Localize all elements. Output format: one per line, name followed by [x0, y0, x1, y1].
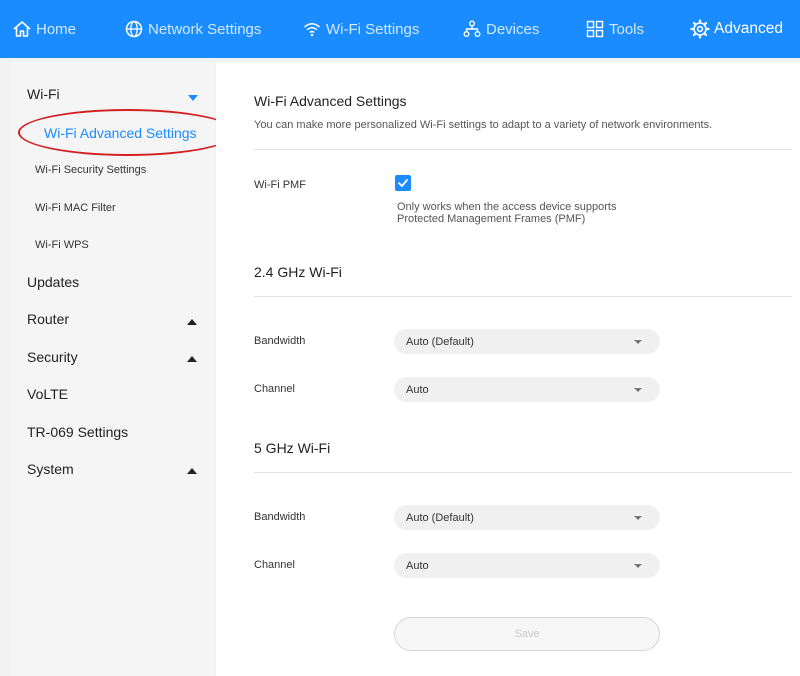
sidebar-group-wifi-label: Wi-Fi: [27, 86, 60, 102]
chevron-up-icon[interactable]: [187, 468, 197, 474]
page-description: You can make more personalized Wi-Fi set…: [254, 119, 713, 131]
channel-label-2-4ghz: Channel: [254, 383, 295, 395]
nav-home-label: Home: [36, 20, 77, 38]
channel-label-5ghz: Channel: [254, 559, 295, 571]
chevron-down-icon[interactable]: [188, 95, 198, 101]
pmf-checkbox[interactable]: [395, 175, 411, 191]
nav-tools[interactable]: Tools: [585, 0, 644, 58]
bandwidth-label-2-4ghz: Bandwidth: [254, 335, 306, 347]
home-icon: [13, 21, 31, 37]
sidebar-group-tr069-settings[interactable]: TR-069 Settings: [27, 424, 128, 440]
bandwidth-select-2-4ghz[interactable]: Auto (Default): [394, 329, 660, 354]
sidebar-group-system[interactable]: System: [27, 461, 74, 477]
chevron-up-icon[interactable]: [187, 356, 197, 362]
chevron-down-icon: [634, 388, 642, 392]
nav-advanced[interactable]: Advanced: [690, 0, 783, 58]
chevron-up-icon[interactable]: [187, 319, 197, 325]
wifi-icon: [304, 23, 320, 37]
sidebar-item-wifi-advanced-settings[interactable]: Wi-Fi Advanced Settings: [44, 125, 197, 141]
globe-icon: [125, 20, 143, 38]
pmf-hint-line1: Only works when the access device suppor…: [397, 201, 617, 213]
nav-wifi-settings[interactable]: Wi-Fi Settings: [302, 0, 419, 58]
bandwidth-label-5ghz: Bandwidth: [254, 511, 306, 523]
sidebar-group-wifi[interactable]: Wi-Fi: [27, 86, 60, 102]
sidebar-item-wifi-mac-filter[interactable]: Wi-Fi MAC Filter: [35, 202, 116, 214]
bandwidth-value-5ghz: Auto (Default): [406, 511, 474, 524]
check-icon: [398, 179, 408, 187]
section-title-2-4ghz: 2.4 GHz Wi-Fi: [254, 264, 342, 280]
sidebar-group-updates[interactable]: Updates: [27, 274, 79, 290]
divider: [254, 296, 792, 297]
nav-home[interactable]: Home: [12, 0, 76, 58]
pmf-hint-line2: Protected Management Frames (PMF): [397, 213, 586, 225]
devices-icon: [463, 20, 481, 37]
pmf-label: Wi-Fi PMF: [254, 179, 306, 191]
bandwidth-select-5ghz[interactable]: Auto (Default): [394, 505, 660, 530]
channel-value-2-4ghz: Auto: [406, 383, 429, 396]
sidebar-group-volte[interactable]: VoLTE: [27, 386, 68, 402]
gear-icon: [690, 19, 710, 39]
chevron-down-icon: [634, 340, 642, 344]
nav-devices[interactable]: Devices: [462, 0, 539, 58]
sidebar: Wi-Fi Wi-Fi Advanced Settings Wi-Fi Secu…: [11, 62, 214, 676]
sidebar-item-wifi-security-settings[interactable]: Wi-Fi Security Settings: [35, 164, 146, 176]
save-button[interactable]: Save: [394, 617, 660, 651]
channel-select-2-4ghz[interactable]: Auto: [394, 377, 660, 402]
page-title: Wi-Fi Advanced Settings: [254, 93, 407, 109]
sidebar-item-wifi-wps[interactable]: Wi-Fi WPS: [35, 239, 89, 251]
divider: [254, 472, 792, 473]
nav-tools-label: Tools: [609, 20, 645, 38]
chevron-down-icon: [634, 564, 642, 568]
sidebar-group-router[interactable]: Router: [27, 311, 69, 327]
sidebar-group-security[interactable]: Security: [27, 349, 78, 365]
bandwidth-value-2-4ghz: Auto (Default): [406, 335, 474, 348]
divider: [254, 149, 792, 150]
top-nav: Home Network Settings Wi-Fi Settings Dev…: [0, 0, 800, 58]
chevron-down-icon: [634, 516, 642, 520]
channel-select-5ghz[interactable]: Auto: [394, 553, 660, 578]
nav-devices-label: Devices: [486, 20, 540, 38]
nav-wifi-label: Wi-Fi Settings: [326, 20, 420, 38]
section-title-5ghz: 5 GHz Wi-Fi: [254, 440, 331, 456]
channel-value-5ghz: Auto: [406, 559, 429, 572]
nav-network-settings[interactable]: Network Settings: [124, 0, 261, 58]
nav-advanced-label: Advanced: [714, 20, 783, 37]
tools-icon: [586, 20, 604, 38]
nav-network-label: Network Settings: [148, 20, 262, 38]
main-panel: Wi-Fi Advanced Settings You can make mor…: [216, 62, 800, 676]
